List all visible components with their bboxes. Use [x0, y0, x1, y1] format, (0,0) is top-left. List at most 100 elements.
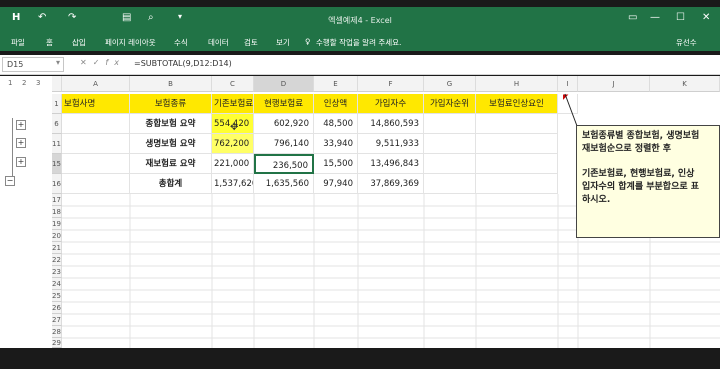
cell[interactable]: 13,496,843	[358, 154, 424, 174]
row-header[interactable]: 1	[52, 94, 62, 114]
row-header[interactable]: 19	[52, 218, 62, 230]
row-header[interactable]: 28	[52, 326, 62, 338]
row-header[interactable]: 26	[52, 302, 62, 314]
cell[interactable]: 보험사명	[62, 94, 130, 114]
column-header[interactable]: B	[130, 76, 212, 92]
cell[interactable]: 생명보험 요약	[130, 134, 212, 154]
row-header[interactable]: 29	[52, 338, 62, 348]
column-header[interactable]: F	[358, 76, 424, 92]
cell[interactable]	[476, 114, 558, 134]
cancel-icon[interactable]: ✕	[80, 58, 93, 67]
cell[interactable]: 762,200	[212, 134, 254, 154]
minimize-button[interactable]: —	[650, 12, 660, 23]
expand-button[interactable]: +	[16, 138, 26, 148]
cell[interactable]	[476, 154, 558, 174]
cell[interactable]	[62, 174, 130, 194]
cell[interactable]: 14,860,593	[358, 114, 424, 134]
row-header[interactable]: 21	[52, 242, 62, 254]
window-title: 엑셀예제4 - Excel	[328, 16, 392, 25]
cell[interactable]: 총합계	[130, 174, 212, 194]
column-header[interactable]: A	[62, 76, 130, 92]
formula-input[interactable]: =SUBTOTAL(9,D12:D14)	[134, 59, 232, 68]
row-header[interactable]: 18	[52, 206, 62, 218]
ribbon-display-icon[interactable]: ▭	[628, 12, 637, 23]
column-header[interactable]: J	[578, 76, 650, 92]
collapse-button[interactable]: −	[5, 176, 15, 186]
tab-review[interactable]: 검토	[244, 37, 258, 48]
cell[interactable]	[62, 134, 130, 154]
tab-insert[interactable]: 삽입	[72, 37, 86, 48]
outline-level-1[interactable]: 1	[8, 79, 12, 87]
comment-text: 보험종류별 종합보험, 생명보험	[582, 131, 700, 141]
cell[interactable]	[62, 114, 130, 134]
tell-me-search[interactable]: 수행할 작업을 알려 주세요.	[316, 37, 401, 48]
outline-level-3[interactable]: 3	[36, 79, 40, 87]
name-box-dropdown-icon[interactable]: ▾	[56, 58, 60, 67]
row-header[interactable]: 6	[52, 114, 62, 134]
cell[interactable]	[424, 154, 476, 174]
cell[interactable]: 1,635,560	[254, 174, 314, 194]
select-all-corner[interactable]	[52, 76, 62, 92]
comment-text: 입자수의 합계를 부분합으로 표	[582, 182, 700, 192]
enter-icon[interactable]: ✓	[93, 58, 106, 67]
user-name[interactable]: 유선수	[676, 37, 697, 48]
column-header[interactable]: G	[424, 76, 476, 92]
cell[interactable]: 9,511,933	[358, 134, 424, 154]
fx-icon[interactable]: fx	[105, 58, 125, 67]
tab-home[interactable]: 홈	[46, 37, 53, 48]
active-cell[interactable]: 236,500	[254, 154, 314, 174]
row-header[interactable]: 16	[52, 174, 62, 194]
maximize-button[interactable]: ☐	[676, 12, 685, 23]
row-header[interactable]: 25	[52, 290, 62, 302]
cell[interactable]	[476, 134, 558, 154]
cell[interactable]	[476, 174, 558, 194]
cell[interactable]: 보험료인상요인	[476, 94, 558, 114]
cell[interactable]	[424, 114, 476, 134]
cell[interactable]: 1,537,620	[212, 174, 254, 194]
tab-layout[interactable]: 페이지 레이아웃	[105, 37, 156, 48]
row-header[interactable]: 23	[52, 266, 62, 278]
cell[interactable]: 37,869,369	[358, 174, 424, 194]
cell[interactable]: 재보험료 요약	[130, 154, 212, 174]
cell[interactable]: 33,940	[314, 134, 358, 154]
cell[interactable]: 221,000	[212, 154, 254, 174]
close-button[interactable]: ✕	[702, 12, 710, 23]
cell[interactable]: 가입자순위	[424, 94, 476, 114]
cell[interactable]: 가입자수	[358, 94, 424, 114]
column-header-selected[interactable]: D	[254, 76, 314, 92]
row-header[interactable]: 17	[52, 194, 62, 206]
expand-button[interactable]: +	[16, 120, 26, 130]
column-header[interactable]: E	[314, 76, 358, 92]
tab-view[interactable]: 보기	[276, 37, 290, 48]
cell[interactable]: 종합보험 요약	[130, 114, 212, 134]
cell[interactable]: 97,940	[314, 174, 358, 194]
row-header[interactable]: 27	[52, 314, 62, 326]
cell[interactable]	[424, 134, 476, 154]
column-header[interactable]: H	[476, 76, 558, 92]
cell[interactable]: 현행보험료	[254, 94, 314, 114]
cell[interactable]: 602,920	[254, 114, 314, 134]
cell[interactable]: 보험종류	[130, 94, 212, 114]
cell[interactable]	[62, 154, 130, 174]
column-header[interactable]: C	[212, 76, 254, 92]
row-header[interactable]: 20	[52, 230, 62, 242]
column-header[interactable]: K	[650, 76, 720, 92]
cell[interactable]: 48,500	[314, 114, 358, 134]
cell[interactable]	[424, 174, 476, 194]
row-header[interactable]: 24	[52, 278, 62, 290]
cell-comment[interactable]: 보험종류별 종합보험, 생명보험 재보험순으로 정렬한 후 기존보험료, 현행보…	[576, 125, 720, 238]
tab-formulas[interactable]: 수식	[174, 37, 188, 48]
expand-button[interactable]: +	[16, 157, 26, 167]
row-header[interactable]: 11	[52, 134, 62, 154]
outline-level-2[interactable]: 2	[22, 79, 26, 87]
row-header-selected[interactable]: 15	[52, 154, 62, 174]
cell[interactable]: 기존보험료	[212, 94, 254, 114]
cell[interactable]: 인상액	[314, 94, 358, 114]
cell[interactable]: 15,500	[314, 154, 358, 174]
tab-file[interactable]: 파일	[11, 37, 25, 48]
cell[interactable]: 796,140	[254, 134, 314, 154]
tab-data[interactable]: 데이터	[208, 37, 229, 48]
row-header[interactable]: 22	[52, 254, 62, 266]
name-box[interactable]: D15	[2, 57, 64, 72]
column-header[interactable]: I	[558, 76, 578, 92]
